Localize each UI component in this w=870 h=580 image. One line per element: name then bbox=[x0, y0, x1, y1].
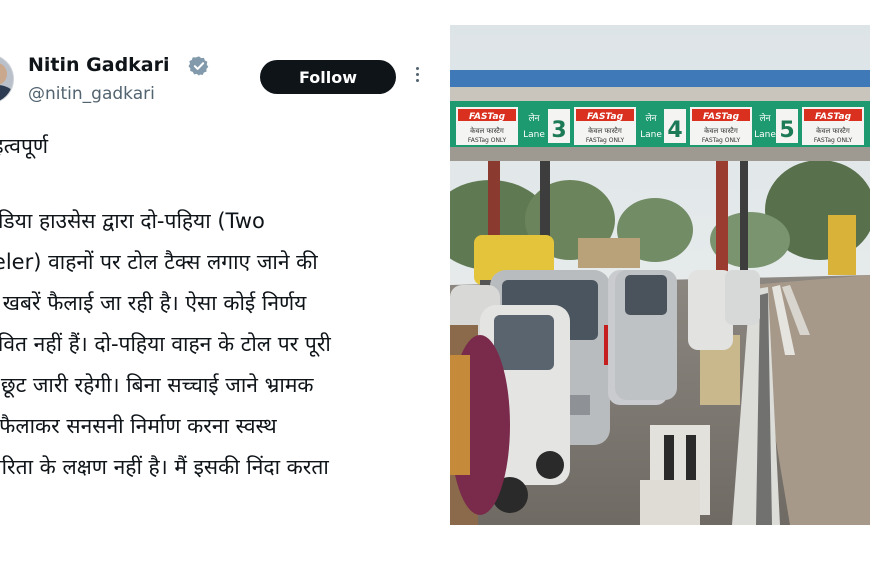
tweet-line: ावित नहीं हैं। दो-पहिया वाहन के टोल पर प… bbox=[0, 332, 331, 356]
follow-button[interactable]: Follow bbox=[260, 60, 396, 94]
svg-text:4: 4 bbox=[667, 118, 682, 143]
svg-text:3: 3 bbox=[551, 118, 566, 143]
tweet-line: महत्वपूर्ण bbox=[0, 134, 49, 158]
lane-sign-5: FASTag केवल फास्टैग FASTag ONLY लेन Lane… bbox=[690, 107, 798, 145]
verified-badge-icon bbox=[188, 56, 209, 76]
photo-scene: FASTag केवल फास्टैग FASTag ONLY लेन Lane… bbox=[450, 25, 870, 525]
author-name[interactable]: Nitin Gadkari bbox=[28, 54, 170, 76]
tweet-line: eeler) वाहनों पर टोल टैक्स लगाए जाने की bbox=[0, 250, 318, 274]
svg-text:FASTag ONLY: FASTag ONLY bbox=[586, 137, 625, 144]
tweet-line: से छूट जारी रहेगी। बिना सच्चाई जाने भ्रा… bbox=[0, 373, 314, 397]
svg-text:Lane: Lane bbox=[754, 130, 776, 140]
svg-text:लेन: लेन bbox=[645, 112, 657, 124]
svg-text:5: 5 bbox=[779, 118, 794, 143]
avatar[interactable] bbox=[0, 54, 14, 104]
tweet-line: कारिता के लक्षण नहीं है। मैं इसकी निंदा … bbox=[0, 455, 329, 479]
author-handle[interactable]: @nitin_gadkari bbox=[28, 84, 155, 104]
svg-text:FASTag ONLY: FASTag ONLY bbox=[702, 137, 741, 144]
svg-text:FASTag: FASTag bbox=[703, 112, 740, 122]
svg-text:केवल फास्टैग: केवल फास्टैग bbox=[470, 126, 505, 135]
svg-text:FASTag ONLY: FASTag ONLY bbox=[814, 137, 853, 144]
tweet-line: ें फैलाकर सनसनी निर्माण करना स्वस्थ bbox=[0, 414, 277, 438]
svg-text:FASTag: FASTag bbox=[815, 112, 852, 122]
lane-sign-6: FASTag केवल फास्टैग FASTag ONLY bbox=[802, 107, 864, 145]
svg-text:FASTag: FASTag bbox=[469, 112, 506, 122]
svg-text:FASTag: FASTag bbox=[587, 112, 624, 122]
svg-text:केवल फास्टैग: केवल फास्टैग bbox=[588, 126, 623, 135]
svg-text:Lane: Lane bbox=[640, 130, 662, 140]
lane-sign-4: FASTag केवल फास्टैग FASTag ONLY लेन Lane… bbox=[574, 107, 686, 145]
svg-text:केवल फास्टैग: केवल फास्टैग bbox=[704, 126, 739, 135]
tweet-line: मीडिया हाउसेस द्वारा दो-पहिया (Two bbox=[0, 209, 265, 233]
svg-text:लेन: लेन bbox=[528, 112, 540, 124]
tweet-line: क खबरें फैलाई जा रही है। ऐसा कोई निर्णय bbox=[0, 291, 307, 315]
svg-text:FASTag ONLY: FASTag ONLY bbox=[468, 137, 507, 144]
svg-text:लेन: लेन bbox=[759, 112, 771, 124]
lane-sign-3: FASTag केवल फास्टैग FASTag ONLY लेन Lane… bbox=[456, 107, 570, 145]
tweet-card: Nitin Gadkari @nitin_gadkari Follow महत्… bbox=[0, 30, 440, 520]
svg-text:केवल फास्टैग: केवल फास्टैग bbox=[816, 126, 851, 135]
more-options-icon[interactable] bbox=[412, 64, 422, 88]
svg-text:Lane: Lane bbox=[523, 130, 545, 140]
toll-plaza-photo[interactable]: FASTag केवल फास्टैग FASTag ONLY लेन Lane… bbox=[450, 25, 870, 525]
